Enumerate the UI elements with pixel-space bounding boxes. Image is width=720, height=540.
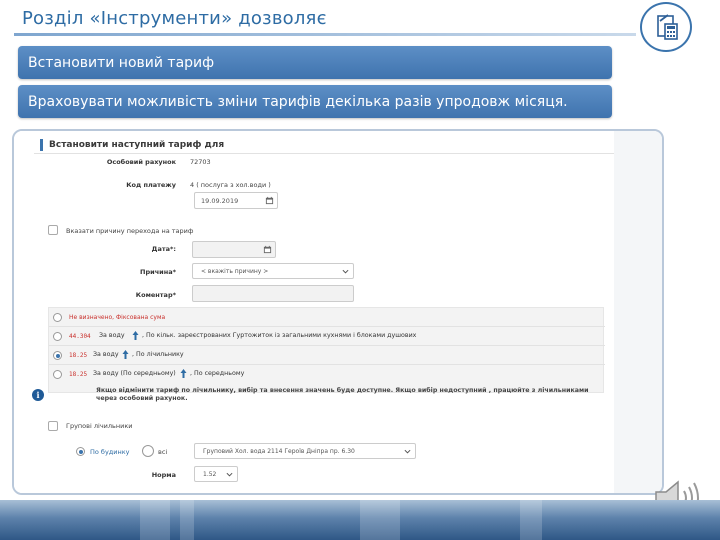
date-label: Дата*: [151, 245, 176, 253]
arrow-up-icon [132, 331, 139, 340]
payment-code-label: Код платежу [126, 181, 176, 189]
comment-label: Коментар* [135, 291, 176, 299]
tariff-option-radio[interactable] [53, 370, 62, 379]
reason-select[interactable]: < вкажіть причину > [192, 263, 354, 279]
tariff-date-input[interactable]: 19.09.2019 [194, 192, 278, 209]
footer-band [0, 500, 720, 540]
frame-side-panel [614, 131, 662, 493]
payment-code-value: 4 ( послуга з хол.води ) [190, 181, 271, 189]
tariff-option-list: Не визначено, Фіксована сума 44.304 За в… [48, 307, 605, 393]
tariff-option-value: Не визначено, Фіксована сума [69, 314, 166, 321]
norm-input[interactable]: 1.52 [194, 466, 238, 482]
page-heading: Встановити наступний тариф для [40, 139, 224, 151]
group-meter-select[interactable]: Груповий Хол. вода 2114 Героїв Дніпра пр… [194, 443, 416, 459]
tariff-option-row[interactable]: 18.25 За воду , По лічильнику [49, 346, 605, 365]
heading-divider [34, 153, 624, 154]
info-note: Якщо відмінити тариф по лічильнику, вибі… [96, 387, 589, 402]
group-meters-label: Групові лічильники [66, 422, 133, 430]
by-building-radio[interactable] [76, 447, 85, 456]
all-label: всі [158, 448, 168, 456]
logo-badge [640, 2, 692, 52]
account-label: Особовий рахунок [106, 158, 176, 166]
tariff-option-row[interactable]: Не визначено, Фіксована сума [49, 308, 605, 327]
account-value: 72703 [190, 158, 211, 166]
tariff-option-value: 44.304 [69, 333, 91, 340]
tariff-option-value: 18.25 [69, 371, 88, 378]
banner-new-tariff: Встановити новий тариф [18, 46, 612, 79]
tariff-option-desc: , По кільк. зареєстрованих Гуртожиток із… [142, 332, 417, 339]
group-meter-value: Груповий Хол. вода 2114 Героїв Дніпра пр… [203, 448, 355, 455]
slide-title: Розділ «Інструменти» дозволяє [22, 8, 327, 29]
comment-input[interactable] [192, 285, 354, 302]
tariff-option-radio[interactable] [53, 351, 62, 360]
tariff-option-radio[interactable] [53, 313, 62, 322]
chevron-down-icon [342, 269, 349, 274]
tariff-option-label: За воду [99, 332, 125, 339]
form-panel: Встановити наступний тариф для Особовий … [14, 131, 624, 493]
reason-checkbox[interactable] [48, 225, 58, 235]
title-underline [14, 33, 636, 36]
tariff-option-desc: , По лічильнику [132, 351, 184, 358]
screenshot-frame: Встановити наступний тариф для Особовий … [12, 129, 664, 495]
chevron-down-icon [226, 472, 233, 477]
by-building-label: По будинку [90, 448, 130, 456]
calendar-icon[interactable] [263, 245, 272, 254]
banner-multiple-changes: Враховувати можливість зміни тарифів дек… [18, 85, 612, 118]
arrow-up-icon [180, 369, 187, 378]
arrow-up-icon [122, 350, 129, 359]
reason-select-value: < вкажіть причину > [201, 268, 269, 275]
tariff-option-row[interactable]: 18.25 За воду (По середньому) , По серед… [49, 365, 605, 384]
tariff-option-row[interactable]: 44.304 За воду , По кільк. зареєстровани… [49, 327, 605, 346]
date-input[interactable] [192, 241, 276, 258]
tariff-option-desc: , По середньому [190, 370, 245, 377]
info-icon: i [32, 389, 44, 401]
calendar-icon[interactable] [265, 196, 274, 205]
tariff-option-label: За воду (По середньому) [93, 370, 176, 377]
all-radio[interactable] [142, 445, 154, 457]
tariff-date-value: 19.09.2019 [201, 197, 239, 205]
chevron-down-icon [404, 449, 411, 454]
tariff-option-radio[interactable] [53, 332, 62, 341]
norm-label: Норма [151, 471, 176, 479]
group-meters-checkbox[interactable] [48, 421, 58, 431]
reason-label: Причина* [140, 268, 176, 276]
document-calculator-icon [657, 14, 678, 40]
norm-value: 1.52 [203, 471, 217, 478]
tariff-option-label: За воду [93, 351, 119, 358]
reason-checkbox-label: Вказати причину перехода на тариф [66, 227, 194, 235]
tariff-option-value: 18.25 [69, 352, 88, 359]
